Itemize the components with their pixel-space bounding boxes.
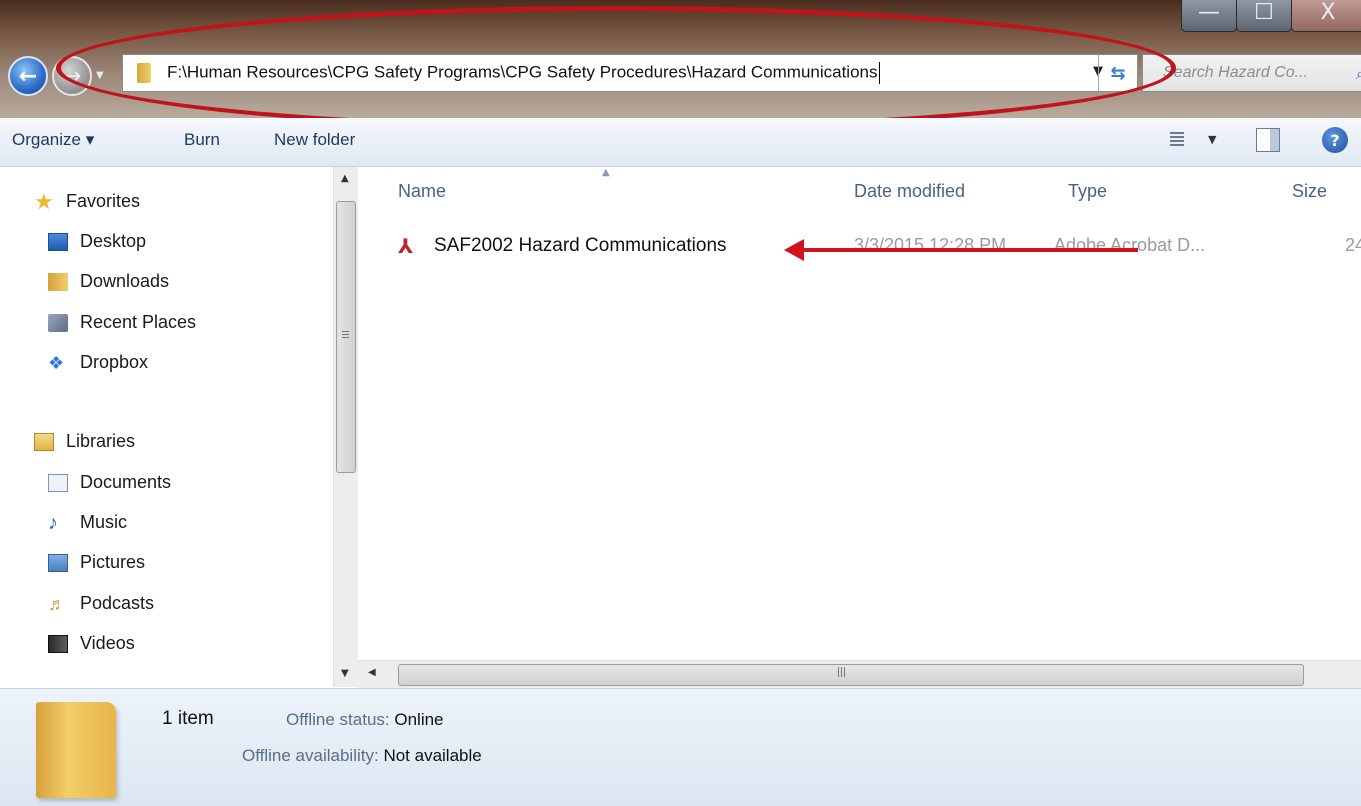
offline-status: Offline status: Online: [286, 710, 444, 730]
nav-item-label: Libraries: [66, 431, 136, 451]
minimize-button[interactable]: —: [1181, 0, 1237, 32]
nav-item-videos[interactable]: Videos: [48, 633, 135, 654]
nav-item-favorites[interactable]: ★ Favorites: [34, 188, 141, 214]
nav-item-label: Recent Places: [80, 312, 197, 332]
scroll-left-arrow-icon[interactable]: ◀: [368, 667, 376, 678]
preview-pane-icon[interactable]: [1256, 128, 1280, 152]
nav-item-label: Music: [80, 512, 128, 532]
offline-availability: Offline availability: Not available: [242, 746, 482, 766]
nav-item-downloads[interactable]: Downloads: [48, 271, 169, 292]
libraries-icon: [34, 432, 54, 451]
star-icon: ★: [34, 188, 54, 214]
nav-item-desktop[interactable]: Desktop: [48, 231, 146, 252]
horizontal-scrollbar-grip-icon: [838, 667, 847, 677]
file-name[interactable]: SAF2002 Hazard Communications: [434, 235, 727, 257]
back-arrow-icon: ←: [18, 63, 38, 89]
maximize-button[interactable]: ☐: [1236, 0, 1292, 32]
navigation-pane: ★ Favorites Desktop Downloads Recent Plac…: [0, 167, 333, 687]
nav-pane-scrollbar[interactable]: ▲ ▼: [333, 167, 358, 687]
item-count: 1 item: [162, 708, 214, 729]
help-icon[interactable]: ?: [1322, 127, 1348, 153]
pointer-arrowhead-annotation: [784, 239, 804, 261]
file-list-horizontal-scrollbar[interactable]: ◀: [358, 660, 1361, 689]
burn-button[interactable]: Burn: [184, 130, 220, 150]
organize-button[interactable]: Organize ▾: [12, 130, 94, 150]
nav-item-label: Documents: [80, 472, 172, 492]
column-header-date-modified[interactable]: Date modified: [854, 181, 965, 202]
nav-item-libraries[interactable]: Libraries: [34, 431, 135, 452]
offline-availability-value: Not available: [383, 746, 482, 765]
column-header-name[interactable]: Name: [398, 181, 446, 202]
column-header-size[interactable]: Size: [1292, 181, 1327, 202]
nav-item-label: Downloads: [80, 271, 170, 291]
column-header-type[interactable]: Type: [1068, 181, 1107, 202]
scroll-down-arrow-icon[interactable]: ▼: [341, 668, 349, 679]
nav-item-dropbox[interactable]: ❖ Dropbox: [48, 352, 148, 373]
dropbox-icon: ❖: [48, 352, 65, 373]
nav-item-documents[interactable]: Documents: [48, 472, 171, 493]
pointer-arrow-annotation: [798, 248, 1138, 252]
address-bar-highlight-annotation: [56, 6, 1176, 130]
search-icon[interactable]: ⌕: [1356, 64, 1361, 84]
recent-places-icon: [48, 313, 68, 332]
nav-item-recent-places[interactable]: Recent Places: [48, 312, 196, 333]
nav-item-label: Pictures: [80, 552, 146, 572]
back-button[interactable]: ←: [8, 56, 48, 96]
sort-indicator-icon: ▲: [602, 167, 610, 178]
nav-item-music[interactable]: ♪ Music: [48, 512, 127, 533]
nav-item-podcasts[interactable]: ♬ Podcasts: [48, 593, 154, 614]
file-type: Adobe Acrobat D...: [1054, 235, 1206, 255]
videos-icon: [48, 634, 68, 653]
close-button[interactable]: X: [1291, 0, 1361, 32]
pdf-file-icon: ⅄: [398, 234, 414, 258]
command-toolbar: Organize ▾ Burn New folder: [0, 118, 1361, 167]
search-placeholder: Search Hazard Co...: [1163, 64, 1308, 81]
documents-icon: [48, 473, 68, 492]
change-view-icon[interactable]: [1170, 132, 1184, 148]
window-controls: — ☐ X: [1181, 0, 1361, 32]
pictures-icon: [48, 553, 68, 572]
nav-item-label: Videos: [80, 633, 135, 653]
offline-status-value: Online: [394, 710, 444, 729]
scrollbar-grip-icon: [342, 331, 349, 339]
downloads-folder-icon: [48, 272, 68, 291]
music-icon: ♪: [48, 511, 58, 534]
view-options-dropdown-icon[interactable]: ▼: [1208, 133, 1216, 146]
file-list: ▲ Name Date modified Type Size ⅄ SAF2002…: [358, 167, 1361, 659]
nav-item-pictures[interactable]: Pictures: [48, 552, 145, 573]
podcasts-icon: ♬: [48, 593, 66, 614]
file-size: 24: [1345, 235, 1361, 255]
offline-status-label: Offline status:: [286, 710, 390, 729]
offline-availability-label: Offline availability:: [242, 746, 379, 765]
folder-thumbnail-icon: [36, 702, 116, 798]
nav-item-label: Dropbox: [80, 352, 149, 372]
horizontal-scrollbar-thumb[interactable]: [398, 664, 1304, 686]
scroll-up-arrow-icon[interactable]: ▲: [341, 173, 349, 184]
file-date-modified: 3/3/2015 12:28 PM: [854, 235, 1007, 255]
new-folder-button[interactable]: New folder: [274, 130, 355, 150]
search-input[interactable]: Search Hazard Co... ⌕: [1142, 54, 1361, 92]
details-pane: [0, 688, 1361, 806]
nav-item-label: Podcasts: [80, 593, 155, 613]
desktop-icon: [48, 232, 68, 251]
nav-item-label: Favorites: [66, 191, 141, 211]
nav-item-label: Desktop: [80, 231, 147, 251]
